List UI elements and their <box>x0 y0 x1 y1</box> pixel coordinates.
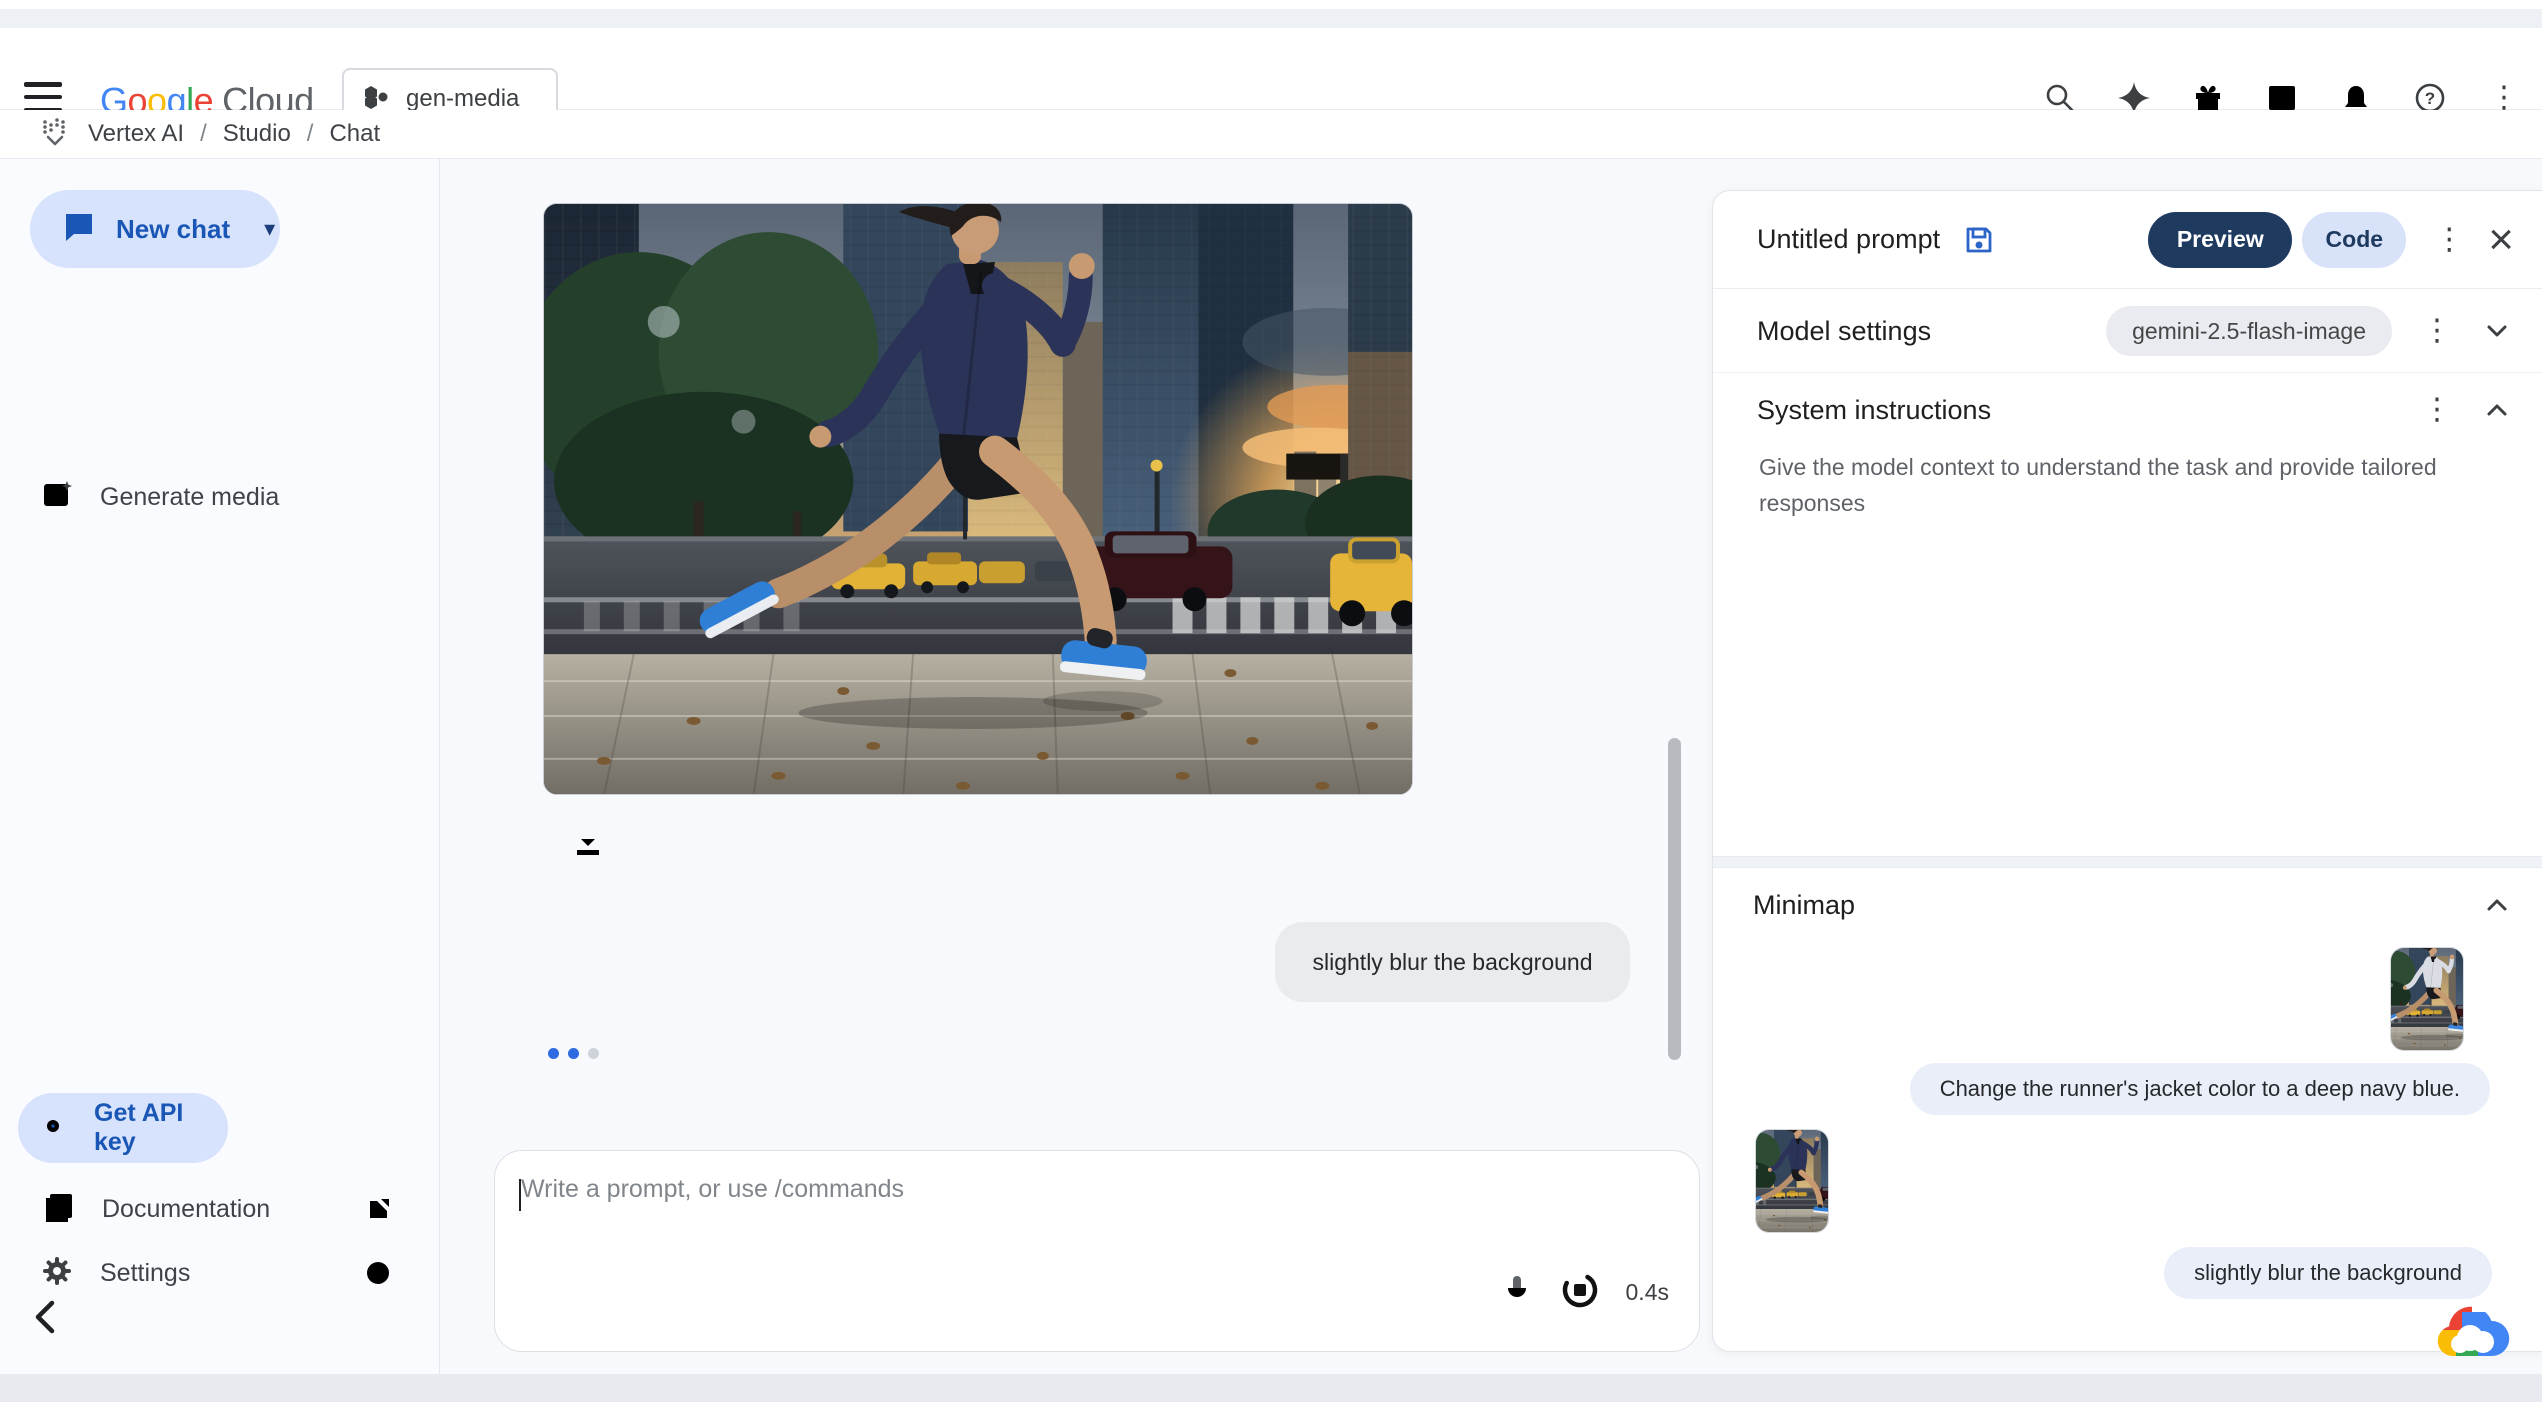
generate-media-label: Generate media <box>100 483 279 512</box>
documentation-icon <box>40 1189 76 1230</box>
sidebar: New chat ▾ Generate media Get API key Do… <box>0 159 440 1374</box>
minimap-message-bubble: Change the runner's jacket color to a de… <box>1910 1063 2490 1115</box>
preview-button[interactable]: Preview <box>2148 212 2292 268</box>
generation-timer: 0.4s <box>1626 1279 1669 1306</box>
breadcrumb-separator: / <box>200 120 207 148</box>
system-instructions-label: System instructions <box>1757 395 1991 426</box>
minimap-thumbnail-navy-jacket[interactable] <box>1755 1129 1829 1233</box>
generate-media-icon <box>40 478 74 517</box>
minimap-label: Minimap <box>1753 890 1855 921</box>
settings-label: Settings <box>100 1259 190 1288</box>
system-instructions-more-options-icon[interactable]: ⋮ <box>2416 395 2458 425</box>
new-chat-button[interactable]: New chat ▾ <box>30 190 280 268</box>
svg-text:?: ? <box>2425 89 2435 108</box>
close-panel-icon[interactable]: × <box>2488 218 2514 262</box>
google-cloud-assistant-fab[interactable] <box>2428 1292 2512 1376</box>
sidebar-item-documentation[interactable]: Documentation <box>0 1181 440 1237</box>
chat-scrollbar[interactable] <box>1668 738 1681 1060</box>
app-header: Google Cloud gen-media <box>0 28 2542 110</box>
system-instructions-placeholder[interactable]: Give the model context to understand the… <box>1759 449 2489 521</box>
user-message-bubble: slightly blur the background <box>1275 922 1630 1002</box>
sidebar-item-settings[interactable]: Settings <box>0 1245 440 1301</box>
new-chat-label: New chat <box>116 214 230 245</box>
section-divider <box>1713 856 2542 868</box>
external-link-icon <box>364 1194 394 1224</box>
chevron-down-icon[interactable] <box>2480 314 2514 348</box>
sidebar-item-generate-media[interactable]: Generate media <box>0 469 440 525</box>
key-icon <box>42 1108 78 1149</box>
minimap-header-row[interactable]: Minimap <box>1713 868 2542 942</box>
documentation-label: Documentation <box>102 1195 270 1224</box>
stop-generating-icon[interactable] <box>1560 1270 1600 1315</box>
model-name-badge[interactable]: gemini-2.5-flash-image <box>2106 306 2392 356</box>
save-icon[interactable] <box>1962 223 1996 257</box>
vertex-ai-studio-chat-app: Google Cloud gen-media <box>0 0 2542 1402</box>
system-instructions-row[interactable]: System instructions ⋮ <box>1713 374 2542 446</box>
prompt-input-container: 0.4s <box>494 1150 1700 1352</box>
breadcrumb-vertex-ai[interactable]: Vertex AI <box>88 120 184 148</box>
get-api-key-button[interactable]: Get API key <box>18 1093 228 1163</box>
breadcrumb-chat[interactable]: Chat <box>329 120 380 148</box>
download-icon[interactable] <box>566 820 610 864</box>
model-settings-label: Model settings <box>1757 316 1931 347</box>
prompt-panel: Untitled prompt Preview Code ⋮ × Model s… <box>1712 190 2542 1352</box>
prompt-input[interactable] <box>521 1175 1521 1295</box>
project-name: gen-media <box>406 85 519 113</box>
menu-icon[interactable] <box>24 82 62 112</box>
vertex-ai-icon <box>38 115 72 154</box>
breadcrumb-studio[interactable]: Studio <box>223 120 291 148</box>
chevron-down-icon[interactable]: ▾ <box>264 216 275 242</box>
gear-icon <box>40 1254 74 1293</box>
chat-bubble-icon <box>62 210 96 249</box>
collapse-sidebar-icon[interactable] <box>30 1295 74 1339</box>
minimap-thumbnail-original[interactable] <box>2390 947 2464 1051</box>
response-loading-indicator <box>548 1048 599 1059</box>
browser-gap-strip <box>0 9 2542 28</box>
top-strip <box>0 0 2542 9</box>
chevron-up-icon[interactable] <box>2480 888 2514 922</box>
microphone-icon[interactable] <box>1500 1273 1534 1312</box>
model-more-options-icon[interactable]: ⋮ <box>2416 316 2458 346</box>
chevron-up-icon[interactable] <box>2480 393 2514 427</box>
code-button[interactable]: Code <box>2302 212 2406 268</box>
breadcrumb: Vertex AI / Studio / Chat <box>0 110 2542 159</box>
generated-image-runner[interactable] <box>543 203 1413 795</box>
bottom-strip <box>0 1374 2542 1402</box>
prompt-panel-header: Untitled prompt Preview Code ⋮ × <box>1713 191 2542 289</box>
prompt-title[interactable]: Untitled prompt <box>1757 224 1940 255</box>
model-settings-row[interactable]: Model settings gemini-2.5-flash-image ⋮ <box>1713 290 2542 373</box>
prompt-tools: 0.4s <box>1500 1270 1669 1315</box>
breadcrumb-separator: / <box>307 120 314 148</box>
prompt-more-options-icon[interactable]: ⋮ <box>2428 225 2470 255</box>
get-api-key-label: Get API key <box>94 1099 228 1157</box>
theme-brightness-icon[interactable] <box>362 1257 394 1289</box>
